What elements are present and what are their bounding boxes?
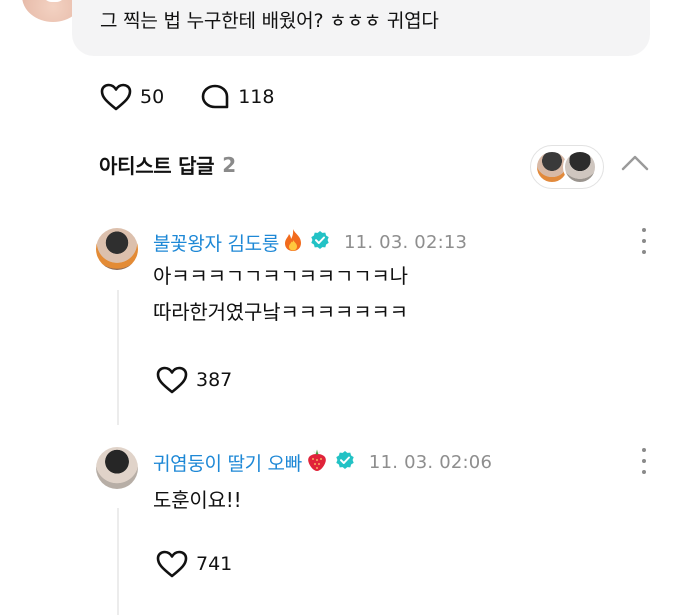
reply-author-name[interactable]: 불꽃왕자 김도룽 bbox=[153, 229, 279, 256]
thread-line bbox=[117, 508, 119, 615]
reply-like-button[interactable]: 387 bbox=[156, 366, 232, 394]
reply-header: 귀염둥이 딸기 오빠 11. 03. 02:06 bbox=[153, 448, 492, 476]
reply-text: 아ㅋㅋㅋㄱㄱㅋㄱㅋㅋㄱㄱㅋ나 따라한거였구낰ㅋㅋㅋㅋㅋㅋㅋ bbox=[153, 264, 408, 324]
top-comment-text: 그 찍는 법 누구한테 배웠어? ㅎㅎㅎ 귀엽다 bbox=[100, 10, 439, 32]
reply-author-name[interactable]: 귀염둥이 딸기 오빠 bbox=[153, 449, 302, 476]
top-comment-actions: 50 118 bbox=[100, 82, 310, 112]
reply-text: 도훈이요!! bbox=[153, 488, 242, 512]
more-vertical-icon[interactable] bbox=[638, 228, 650, 254]
thread-line bbox=[117, 290, 119, 425]
artist-avatar-stack[interactable] bbox=[530, 145, 604, 189]
artist-replies-title: 아티스트 답글 bbox=[99, 154, 215, 178]
reply-count: 118 bbox=[238, 86, 275, 108]
heart-icon bbox=[156, 366, 188, 394]
artist-replies-header[interactable]: 아티스트 답글 2 bbox=[99, 150, 236, 179]
verified-icon bbox=[310, 230, 330, 254]
fire-emoji bbox=[282, 228, 304, 256]
more-vertical-icon[interactable] bbox=[638, 448, 650, 474]
reply-avatar[interactable] bbox=[96, 228, 138, 270]
verified-icon bbox=[335, 450, 355, 474]
reply-like-count: 387 bbox=[196, 369, 233, 391]
reply-like-count: 741 bbox=[196, 553, 233, 575]
reply-avatar[interactable] bbox=[96, 447, 138, 489]
avatar bbox=[563, 150, 597, 184]
reply-like-button[interactable]: 741 bbox=[156, 550, 232, 578]
reply-timestamp: 11. 03. 02:06 bbox=[368, 451, 493, 473]
reply-header: 불꽃왕자 김도룽 11. 03. 02:13 bbox=[153, 228, 467, 256]
strawberry-emoji bbox=[305, 448, 329, 476]
artist-replies-count: 2 bbox=[222, 152, 237, 177]
reply-timestamp: 11. 03. 02:13 bbox=[344, 231, 468, 253]
like-count: 50 bbox=[140, 86, 165, 108]
like-button[interactable]: 50 bbox=[100, 83, 164, 111]
reply-button[interactable]: 118 bbox=[200, 83, 274, 111]
chevron-up-icon[interactable] bbox=[620, 152, 650, 174]
heart-icon bbox=[156, 550, 188, 578]
heart-icon bbox=[100, 83, 132, 111]
comment-icon bbox=[201, 84, 229, 109]
